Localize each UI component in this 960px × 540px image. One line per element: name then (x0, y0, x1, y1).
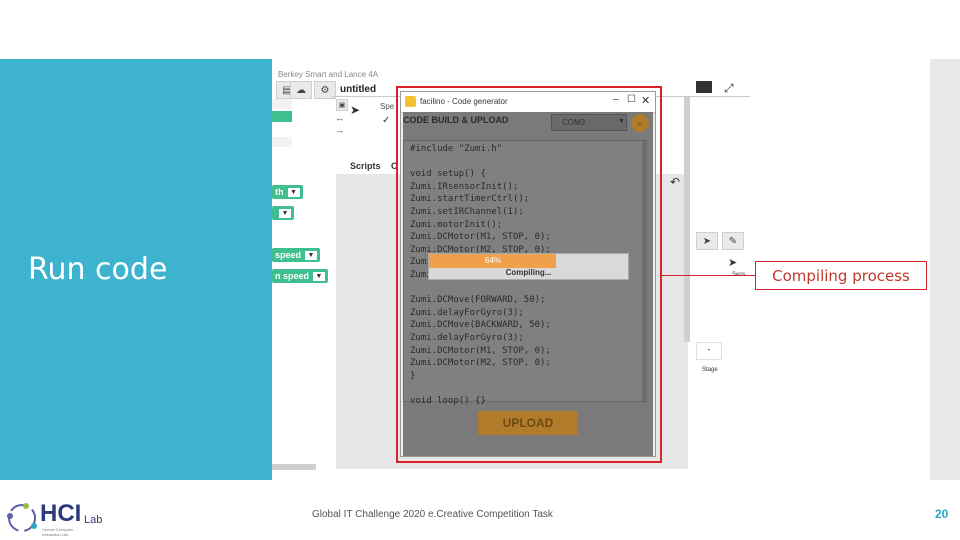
hci-lab-logo: HCI Lab Human Computer Interaction Lab (6, 498, 116, 538)
palette-item[interactable] (272, 99, 292, 109)
chevron-down-icon[interactable]: ▼ (313, 272, 326, 282)
logo-mark-icon (7, 503, 37, 532)
resize-icon[interactable]: ↔ (335, 113, 344, 123)
logo-text: HCI (40, 500, 82, 527)
code-block[interactable]: ▼ (272, 206, 294, 221)
block-label: n speed (275, 271, 310, 281)
arrow-icon[interactable]: → (335, 125, 344, 135)
stage-label: Stage (702, 367, 718, 373)
undo-icon[interactable]: ↶ (670, 175, 680, 189)
palette-category[interactable] (272, 111, 292, 122)
code-block[interactable]: n speed ▼ (272, 269, 329, 284)
logo-tagline-2: Interaction Lab (42, 532, 69, 537)
cloud-icon[interactable]: ☁ (290, 81, 312, 99)
logo-subtext: Lab (84, 514, 103, 526)
footer-text: Global IT Challenge 2020 e.Creative Comp… (312, 509, 553, 520)
slide-title: Run code (28, 252, 168, 287)
highlight-frame (396, 86, 662, 463)
pointer-icon[interactable]: ➤ (728, 256, 737, 269)
page-number: 20 (935, 507, 949, 521)
block-label: speed (275, 250, 302, 260)
chevron-down-icon[interactable]: ▼ (279, 209, 291, 219)
stage-layout-icon[interactable] (696, 81, 712, 93)
app-breadcrumb: Berkey Smart and Lance 4A (278, 70, 379, 79)
check-icon: ✓ (382, 115, 391, 126)
project-title: untitled (340, 84, 377, 95)
palette-item[interactable] (272, 137, 292, 147)
paint-brush-icon[interactable]: ✎ (722, 232, 744, 250)
chevron-down-icon[interactable]: ▼ (287, 188, 300, 198)
block-label: th (275, 187, 284, 197)
slide-right-strip (930, 59, 960, 480)
vertical-scrollbar[interactable] (684, 97, 690, 342)
sprite-label: Spe (380, 102, 395, 111)
tab-scripts[interactable]: Scripts (350, 161, 381, 171)
pointer-icon[interactable]: ➤ (350, 103, 360, 117)
callout-line (660, 275, 755, 276)
code-block[interactable]: speed ▼ (272, 248, 321, 263)
tool-icon[interactable]: ▣ (336, 99, 348, 111)
horizontal-scrollbar[interactable] (272, 464, 316, 470)
callout-box: Compiling process (755, 261, 927, 290)
chevron-down-icon[interactable]: ▼ (305, 251, 318, 261)
fullscreen-icon[interactable]: ⤢ (724, 81, 734, 96)
stage-thumbnail[interactable]: - (696, 342, 722, 360)
code-block[interactable]: th ▼ (272, 185, 303, 200)
stage-arrow-icon[interactable]: ➤ (696, 232, 718, 250)
